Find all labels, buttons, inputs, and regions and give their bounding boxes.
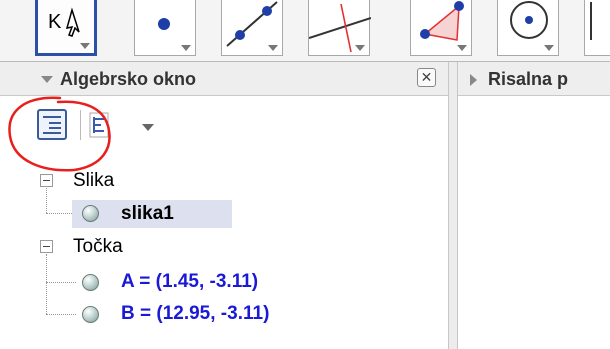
graphics-canvas[interactable] [458, 96, 610, 349]
visibility-ball-icon[interactable] [82, 306, 99, 323]
visibility-ball-icon[interactable] [82, 205, 99, 222]
tree-group-tocka[interactable]: Točka [73, 234, 123, 260]
graphics-panel-header: Risalna p [458, 62, 610, 96]
perpendicular-tool-button[interactable] [308, 0, 371, 56]
svg-text:K: K [48, 11, 62, 33]
chevron-down-icon [268, 45, 278, 51]
point-tool-button[interactable] [134, 0, 196, 56]
group-label: Slika [73, 170, 115, 191]
move-tool-button[interactable]: K [35, 0, 97, 56]
tree-group-slika[interactable]: Slika [73, 168, 114, 194]
main-toolbar: K [0, 0, 610, 62]
chevron-down-icon [457, 45, 467, 51]
expander-tocka[interactable] [40, 240, 53, 253]
move-cursor-icon: K [48, 7, 80, 37]
chevron-down-icon [355, 45, 365, 51]
chevron-down-icon [80, 43, 90, 49]
line-tool-button[interactable] [221, 0, 283, 56]
group-label: Točka [73, 236, 123, 257]
sort-dropdown-chevron-icon[interactable] [142, 124, 154, 131]
chevron-down-icon [181, 45, 191, 51]
polygon-tool-button[interactable] [410, 0, 472, 56]
collapse-arrow-icon[interactable] [41, 76, 53, 83]
object-label: slika1 [121, 203, 174, 224]
chevron-down-icon [544, 45, 554, 51]
object-label: A = (1.45, -3.11) [121, 271, 259, 292]
list-item-point-b[interactable]: B = (12.95, -3.11) [121, 301, 269, 327]
list-item-slika1[interactable]: slika1 [121, 201, 174, 227]
graphics-panel-title: Risalna p [488, 69, 569, 89]
close-panel-button[interactable]: ✕ [417, 68, 436, 87]
object-label: B = (12.95, -3.11) [121, 303, 270, 324]
more-tools-button[interactable] [584, 0, 610, 56]
algebra-panel-header: Algebrsko okno ✕ [0, 62, 448, 96]
panel-splitter[interactable] [448, 62, 458, 349]
expand-arrow-icon[interactable] [470, 74, 477, 86]
visibility-ball-icon[interactable] [82, 274, 99, 291]
algebra-panel-title: Algebrsko okno [60, 69, 197, 89]
expander-slika[interactable] [40, 174, 53, 187]
more-tools-icon [590, 2, 592, 40]
list-item-point-a[interactable]: A = (1.45, -3.11) [121, 269, 258, 295]
circle-tool-button[interactable] [497, 0, 559, 56]
